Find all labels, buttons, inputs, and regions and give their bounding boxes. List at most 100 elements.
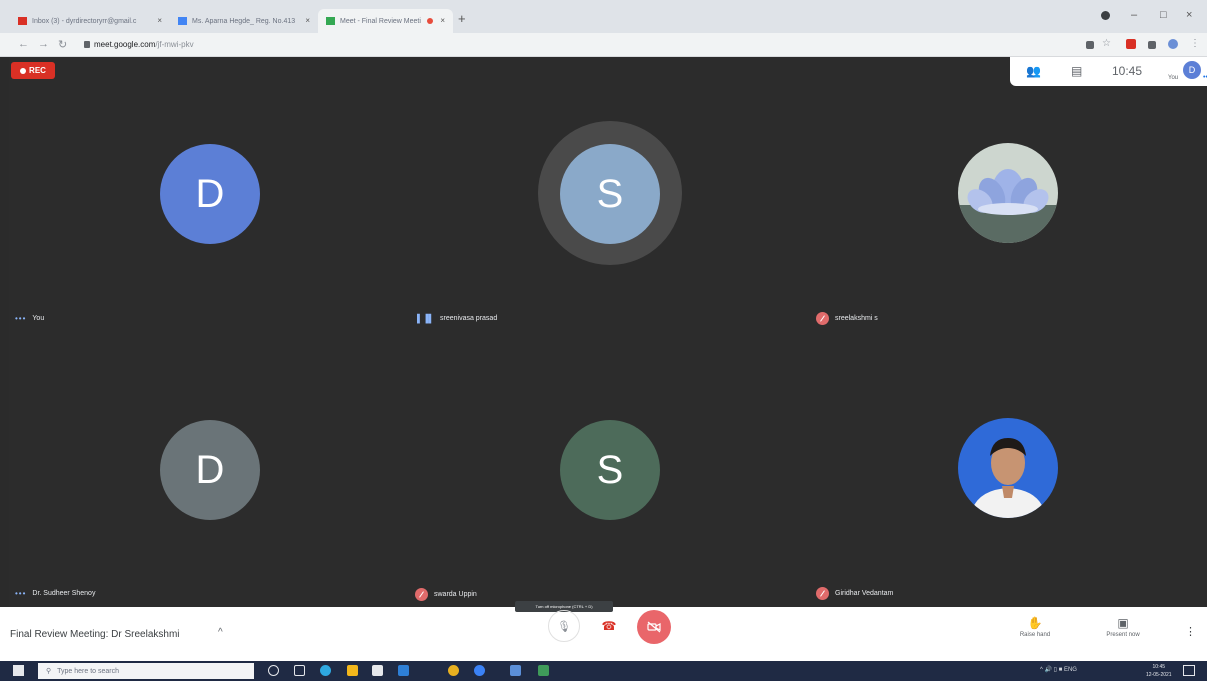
people-icon[interactable]: 👥 [1026,64,1041,78]
docs-icon [178,17,187,25]
participant-name: sreelakshmi s [835,315,878,322]
participant-name: You [32,315,45,322]
minimize-button[interactable]: – [1131,9,1137,21]
tab-gmail[interactable]: Inbox (3) - dyrdirectoryrr@gmail.c × [10,9,170,33]
address-bar-row: ← → ↻ meet.google.com/jf-mwi-pkv ☆ ⋮ [0,33,1207,57]
speaking-audio-icon: ▌▐▌ [417,314,435,323]
meet-icon [326,17,335,25]
tab-docs[interactable]: Ms. Aparna Hegde_ Reg. No.413 × [170,9,318,33]
lotus-image [958,143,1058,243]
chat-icon[interactable]: ▤ [1071,64,1082,78]
microphone-icon: 🎙 [557,620,571,633]
close-window-button[interactable]: × [1186,9,1192,21]
raise-hand-button[interactable]: ✋ Raise hand [1014,616,1056,638]
meeting-details-toggle[interactable]: ^ [218,627,223,638]
participant-name-tag: ••• Dr. Sudheer Shenoy [15,589,95,598]
windows-start-icon[interactable] [13,665,24,676]
url-field[interactable]: meet.google.com/jf-mwi-pkv [94,40,194,49]
leave-call-button[interactable]: ☎ [599,618,619,634]
participant-avatar: S [560,144,660,244]
camera-off-icon [647,621,661,633]
more-options-icon[interactable]: ••• [15,314,26,323]
tab-title: Inbox (3) - dyrdirectoryrr@gmail.c [32,17,137,25]
task-view-icon[interactable] [294,665,305,676]
store-icon[interactable] [372,665,383,676]
volume-icon[interactable]: 🔊 [1045,667,1052,673]
meeting-info-panel: 👥 ▤ 10:45 You D ••• [1010,57,1207,86]
edge-icon[interactable] [320,665,331,676]
participant-avatar: D [160,144,260,244]
chrome-icon[interactable] [448,665,459,676]
browser-tab-strip: Inbox (3) - dyrdirectoryrr@gmail.c × Ms.… [0,0,1207,33]
present-now-button[interactable]: ▣ Present now [1095,616,1151,638]
app-icon[interactable] [510,665,521,676]
url-host: meet.google.com [94,40,156,49]
cast-icon[interactable] [1086,41,1094,49]
taskbar-clock[interactable]: 10:45 12-05-2021 [1146,663,1172,679]
tray-app-icon[interactable]: ■ [1059,667,1063,673]
file-explorer-icon[interactable] [347,665,358,676]
menu-kebab-icon[interactable]: ⋮ [1190,38,1200,49]
mail-icon[interactable] [398,665,409,676]
lock-icon [84,41,90,48]
meeting-title: Final Review Meeting: Dr Sreelakshmi [10,629,180,640]
more-options-icon[interactable]: ••• [15,589,26,598]
maximize-button[interactable]: □ [1160,9,1167,21]
more-options-icon[interactable]: ⋮ [1185,625,1196,638]
man-portrait-image [958,418,1058,518]
back-icon[interactable]: ← [18,38,29,50]
participant-name-tag: sreelakshmi s [816,312,878,325]
puzzle-icon[interactable] [1148,41,1156,49]
tab-meet[interactable]: Meet - Final Review Meeti × [318,9,453,33]
mic-muted-icon [415,588,428,601]
participant-name-tag: ••• You [15,314,44,323]
tray-chevron-icon[interactable]: ^ [1040,667,1043,673]
search-placeholder: Type here to search [57,667,120,675]
taskbar-date: 12-05-2021 [1146,672,1172,678]
new-tab-button[interactable]: + [458,11,466,26]
recording-badge: REC [11,62,55,79]
participant-name-tag: ▌▐▌ sreenivasa prasad [417,314,497,323]
participant-avatar: D [160,420,260,520]
url-path: /jf-mwi-pkv [155,40,194,49]
recording-dot-icon [427,18,433,24]
raise-hand-label: Raise hand [1019,632,1051,638]
tab-title: Ms. Aparna Hegde_ Reg. No.413 [192,17,296,25]
reload-icon[interactable]: ↻ [58,38,67,51]
forward-icon[interactable]: → [38,38,49,50]
self-avatar[interactable]: D [1183,61,1201,79]
taskbar-time: 10:45 [1152,664,1166,670]
network-icon[interactable]: ▯ [1054,667,1057,673]
language-indicator[interactable]: ENG [1064,667,1077,673]
app-icon[interactable] [474,665,485,676]
extension-icon[interactable] [1126,39,1136,49]
hang-up-icon: ☎ [601,619,617,633]
taskbar-search-box[interactable]: ⚲ Type here to search [38,663,254,679]
participant-name: Giridhar Vedantam [835,590,894,597]
account-avatar[interactable] [1168,39,1178,49]
record-dot-icon [20,67,27,74]
close-icon[interactable]: × [157,16,162,25]
present-now-label: Present now [1106,632,1140,638]
more-options-icon[interactable]: ••• [1203,74,1207,81]
participant-name: sreenivasa prasad [440,315,498,322]
mic-muted-icon [816,312,829,325]
cortana-icon[interactable] [268,665,279,676]
spreadsheet-icon[interactable] [538,665,549,676]
participant-photo-man [958,418,1058,518]
profile-icon[interactable] [1101,11,1110,20]
participant-photo-lotus [958,143,1058,243]
hand-icon: ✋ [1027,616,1043,630]
system-tray: ^ 🔊 ▯ ■ ENG [1040,666,1077,673]
close-icon[interactable]: × [440,16,445,25]
present-screen-icon: ▣ [1117,616,1129,630]
self-label: You [1168,75,1179,81]
star-icon[interactable]: ☆ [1102,38,1111,49]
participant-name-tag: Giridhar Vedantam [816,587,893,600]
notifications-icon[interactable] [1183,665,1195,676]
mic-muted-icon [816,587,829,600]
rec-label: REC [29,66,46,75]
camera-button[interactable] [637,610,671,644]
microphone-button[interactable]: 🎙 [548,610,580,642]
close-icon[interactable]: × [305,16,310,25]
